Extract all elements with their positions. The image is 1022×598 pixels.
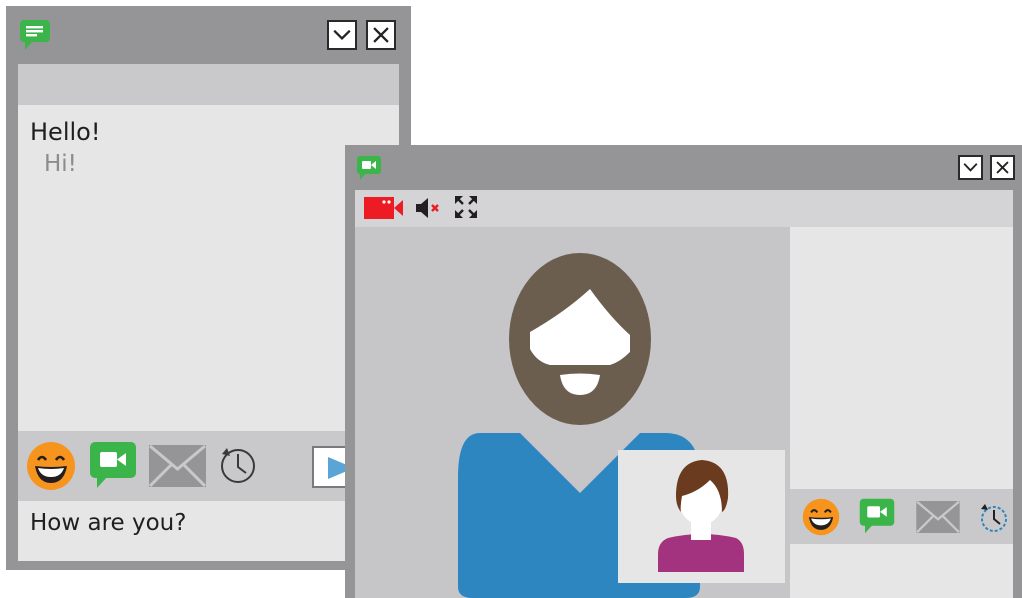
video-call-window xyxy=(345,145,1022,598)
emoji-icon[interactable] xyxy=(802,498,840,536)
chat-header-strip xyxy=(18,64,399,105)
close-icon xyxy=(996,161,1009,174)
history-icon[interactable] xyxy=(978,500,1010,534)
video-side-toolbar xyxy=(790,489,1013,544)
video-call-icon[interactable] xyxy=(89,441,137,489)
video-title-bar xyxy=(345,145,1022,188)
close-icon xyxy=(373,27,389,43)
video-app-icon xyxy=(356,155,382,181)
email-icon[interactable] xyxy=(915,500,961,534)
self-view-video xyxy=(618,450,785,583)
minimize-button[interactable] xyxy=(327,20,357,50)
video-side-input[interactable] xyxy=(790,544,1013,598)
emoji-icon[interactable] xyxy=(26,441,76,491)
history-icon[interactable] xyxy=(218,444,258,484)
chat-message-sent: Hello! xyxy=(30,118,101,146)
close-button[interactable] xyxy=(366,20,396,50)
chevron-down-icon xyxy=(333,29,351,41)
fullscreen-icon[interactable] xyxy=(453,194,479,220)
email-icon[interactable] xyxy=(148,444,207,488)
chat-message-received: Hi! xyxy=(44,151,77,177)
camera-off-icon[interactable] xyxy=(364,195,404,221)
chat-input-text: How are you? xyxy=(30,510,187,536)
chevron-down-icon xyxy=(963,163,978,172)
speaker-muted-icon[interactable] xyxy=(415,196,443,220)
chat-title-bar xyxy=(6,6,411,60)
chat-toolbar xyxy=(18,431,399,501)
video-side-panel xyxy=(790,227,1013,489)
self-participant-avatar xyxy=(658,460,744,572)
close-button[interactable] xyxy=(990,155,1015,180)
chat-app-icon xyxy=(19,19,53,51)
video-call-icon[interactable] xyxy=(858,498,896,534)
minimize-button[interactable] xyxy=(958,155,983,180)
video-controls-bar xyxy=(355,190,1013,227)
